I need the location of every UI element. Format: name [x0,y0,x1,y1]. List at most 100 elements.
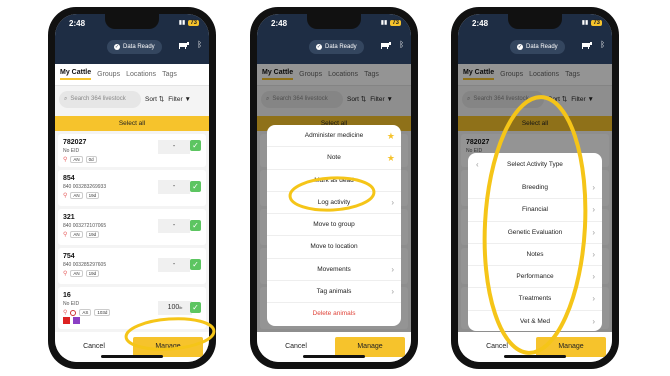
sex-chip: AN [70,192,83,199]
data-ready-badge: ✓ Data Ready [510,40,565,54]
manage-button[interactable]: Manage [133,337,203,357]
cow-icon[interactable] [380,42,391,49]
menu-item-label: Log activity [317,198,351,206]
select-all-button[interactable]: Select all [55,116,209,131]
manage-button[interactable]: Manage [335,337,405,357]
tab-my-cattle[interactable]: My Cattle [60,69,92,80]
status-icons: ▮▮ 73 [381,19,401,26]
list-item[interactable]: 16 No EID ⚲ AS 103d 100lb ✓ [58,287,206,329]
search-input[interactable]: ⌕ Search 364 livestock [59,90,141,108]
check-icon: ✓ [517,44,523,50]
phone-screen: 2:48 ▮▮ 73 ✓ Data Ready ᛒ My Cattle Grou… [55,14,209,362]
age-chip: 19d [85,231,100,238]
menu-item-note[interactable]: Note ★ [267,147,401,170]
weight-value: 100 [167,304,180,311]
activity-item-label: Genetic Evaluation [507,228,563,236]
activity-item-vet-med[interactable]: Vet & Med › [468,311,602,333]
search-icon: ⌕ [64,95,68,102]
list-item[interactable]: 321 840 003272107065 ⚲ AN 19d - ✓ [58,209,206,245]
sex-chip: AN [70,231,83,238]
cancel-button[interactable]: Cancel [60,337,128,357]
activity-item-notes[interactable]: Notes › [468,244,602,267]
menu-item-log-activity[interactable]: Log activity › [267,192,401,215]
tab-tags[interactable]: Tags [162,71,177,78]
activity-item-treatments[interactable]: Treatments › [468,288,602,311]
menu-item-movements[interactable]: Movements › [267,259,401,282]
bluetooth-icon[interactable]: ᛒ [197,40,202,49]
chevron-left-icon[interactable]: ‹ [476,153,479,177]
activity-item-financial[interactable]: Financial › [468,199,602,222]
home-indicator [303,355,365,358]
menu-item-mark-as-dead[interactable]: Mark as dead [267,170,401,192]
chevron-right-icon: › [391,287,394,297]
manage-button[interactable]: Manage [536,337,606,357]
list-item[interactable]: 854 840 003283269933 ⚲ AN 19d - ✓ [58,170,206,206]
menu-item-label: Move to group [313,221,355,229]
sort-label: Sort [145,96,157,103]
animal-id: 782027 [63,139,87,146]
animal-eid: 840 003272107065 [63,223,107,229]
signal-icon: ▮▮ [380,20,388,26]
tab-locations[interactable]: Locations [126,71,156,78]
sex-chip: AN [70,270,83,277]
home-indicator [504,355,566,358]
activity-item-genetic-evaluation[interactable]: Genetic Evaluation › [468,222,602,244]
location-pin-icon: ⚲ [63,310,68,316]
activity-item-label: Vet & Med [520,317,550,325]
age-chip: 19d [85,192,100,199]
weight-field[interactable]: - [158,140,190,154]
menu-item-move-to-location[interactable]: Move to location [267,236,401,259]
age-chip: 103d [94,309,111,316]
activity-item-label: Notes [526,250,544,258]
selected-checkbox[interactable]: ✓ [190,220,201,231]
list-item[interactable]: 782027 No EID ⚲ AN 0d - ✓ [58,134,206,167]
filter-button[interactable]: Filter ▼ [168,96,191,103]
activity-item-performance[interactable]: Performance › [468,266,602,289]
chevron-right-icon: › [592,249,595,259]
cancel-button[interactable]: Cancel [262,337,330,357]
activity-item-label: Breeding [521,184,549,191]
menu-item-label: Move to location [310,243,358,251]
animal-id: 854 [63,175,75,182]
cancel-button[interactable]: Cancel [463,337,531,357]
status-icons: ▮▮ 73 [582,19,602,26]
weight-unit: lb [179,305,183,310]
activity-item-breeding[interactable]: Breeding › [468,177,602,200]
phone-frame: 2:48 ▮▮ 73 ✓ Data Ready ᛒ My Cattle Grou… [48,7,216,369]
weight-field[interactable]: 100lb [158,301,192,315]
tag-swatches [63,317,80,324]
phone-notch [105,14,159,29]
star-icon[interactable]: ★ [387,147,395,169]
chevron-right-icon: › [592,294,595,304]
filter-label: Filter [168,95,183,103]
bluetooth-icon[interactable]: ᛒ [399,40,404,49]
selected-checkbox[interactable]: ✓ [190,140,201,151]
animal-id: 16 [63,292,71,299]
red-tag-icon [63,317,70,324]
cow-icon[interactable] [178,42,189,49]
activity-sheet-title: Select Activity Type [507,161,563,168]
selected-checkbox[interactable]: ✓ [190,259,201,270]
weight-field[interactable]: - [158,180,190,194]
phone-screen: 2:48 ▮▮ 73 ✓ Data Ready ᛒ My Cattle Grou… [257,14,411,362]
list-item[interactable]: 754 840 003285297605 ⚲ AN 19d - ✓ [58,248,206,284]
menu-item-administer-medicine[interactable]: Administer medicine ★ [267,125,401,148]
selected-checkbox[interactable]: ✓ [190,181,201,192]
menu-item-move-to-group[interactable]: Move to group [267,214,401,237]
data-ready-badge: ✓ Data Ready [107,40,162,54]
weight-field[interactable]: - [158,258,190,272]
activity-item-label: Financial [521,206,548,214]
bluetooth-icon[interactable]: ᛒ [600,40,605,49]
star-icon[interactable]: ★ [387,125,395,147]
menu-item-tag-animals[interactable]: Tag animals › [267,281,401,304]
selected-checkbox[interactable]: ✓ [190,302,201,313]
sort-button[interactable]: Sort ⇅ [145,95,164,103]
menu-item-delete-animals[interactable]: Delete animals [267,303,401,325]
tab-groups[interactable]: Groups [97,71,120,78]
chevron-right-icon: › [592,272,595,282]
cow-icon[interactable] [581,42,592,49]
location-pin-icon: ⚲ [63,271,68,277]
location-pin-icon: ⚲ [63,232,68,238]
chevron-right-icon: › [592,316,595,326]
weight-field[interactable]: - [158,219,190,233]
